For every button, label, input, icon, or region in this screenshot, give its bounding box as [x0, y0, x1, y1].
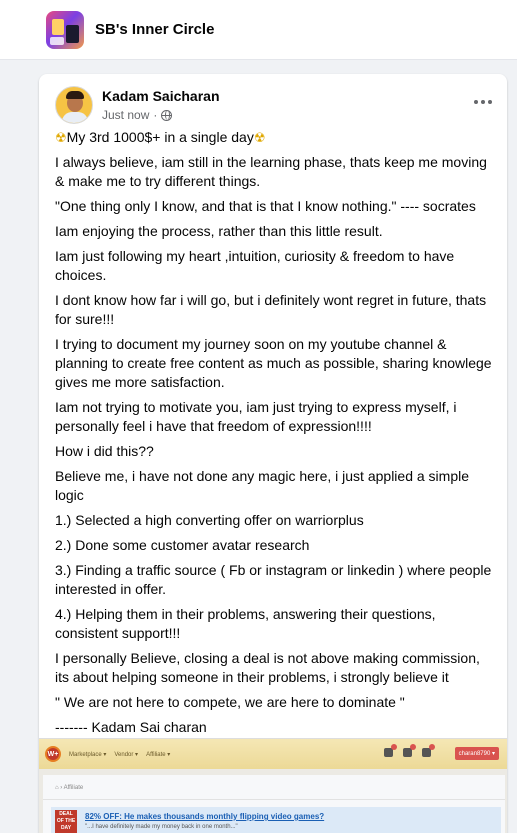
post-header: Kadam Saicharan Just now ·: [55, 86, 220, 124]
author-name[interactable]: Kadam Saicharan: [102, 87, 220, 105]
post-time[interactable]: Just now: [102, 107, 149, 123]
post-paragraph: " We are not here to compete, we are her…: [55, 694, 405, 710]
bell-icon: [384, 744, 397, 757]
post-paragraph: 1.) Selected a high converting offer on …: [55, 512, 364, 528]
post-paragraph: 3.) Finding a traffic source ( Fb or ins…: [55, 562, 492, 597]
preview-menu-item: Vendor ▾: [114, 751, 139, 758]
group-header: SB's Inner Circle: [0, 0, 517, 60]
preview-deal-banner: DEAL OF THE DAY 82% OFF: He makes thousa…: [51, 807, 501, 833]
group-name[interactable]: SB's Inner Circle: [95, 21, 214, 38]
post-title-line: ☢ My 3rd 1000$+ in a single day ☢: [55, 128, 495, 147]
meta-separator: ·: [153, 108, 158, 122]
post-paragraph: 4.) Helping them in their problems, answ…: [55, 606, 436, 641]
preview-page: ⌂ › Affiliate DEAL OF THE DAY 82% OFF: H…: [43, 775, 505, 833]
group-avatar[interactable]: [46, 10, 84, 49]
radioactive-icon: ☢: [55, 130, 67, 145]
more-options-icon[interactable]: [471, 92, 495, 112]
post-paragraph: I personally Believe, closing a deal is …: [55, 650, 480, 685]
preview-notification-icons: [384, 744, 435, 757]
preview-breadcrumb: ⌂ › Affiliate: [55, 785, 84, 791]
attached-screenshot[interactable]: W+ Marketplace ▾ Vendor ▾ Affiliate ▾ ch…: [39, 738, 507, 833]
camera-icon: [403, 744, 416, 757]
post-card: Kadam Saicharan Just now · ☢ My 3rd 1000…: [39, 74, 507, 833]
post-paragraph: Iam not trying to motivate you, iam just…: [55, 399, 457, 434]
globe-icon: [161, 109, 173, 121]
post-paragraph: 2.) Done some customer avatar research: [55, 537, 310, 553]
preview-menu-item: Affiliate ▾: [146, 751, 171, 758]
radioactive-icon: ☢: [253, 130, 266, 145]
preview-user-button: charan8790 ▾: [454, 747, 499, 760]
author-info: Kadam Saicharan Just now ·: [102, 87, 220, 123]
post-paragraph: Iam just following my heart ,intuition, …: [55, 248, 455, 283]
post-paragraph: I dont know how far i will go, but i def…: [55, 292, 487, 327]
preview-navbar: W+ Marketplace ▾ Vendor ▾ Affiliate ▾ ch…: [39, 739, 507, 769]
deal-title: 82% OFF: He makes thousands monthly flip…: [85, 812, 325, 821]
post-paragraph: I trying to document my journey soon on …: [55, 336, 492, 390]
post-paragraph: Iam enjoying the process, rather than th…: [55, 223, 383, 239]
post-paragraph: How i did this??: [55, 443, 154, 459]
warriorplus-logo: W+: [45, 746, 61, 762]
author-avatar[interactable]: [55, 86, 93, 124]
preview-menu: Marketplace ▾ Vendor ▾ Affiliate ▾: [69, 751, 170, 758]
post-title: My 3rd 1000$+ in a single day: [66, 129, 254, 145]
post-paragraph: Believe me, i have not done any magic he…: [55, 468, 470, 503]
post-paragraph: ------- Kadam Sai charan: [55, 719, 207, 735]
post-paragraph: "One thing only I know, and that is that…: [55, 198, 476, 214]
preview-menu-item: Marketplace ▾: [69, 751, 107, 758]
deal-of-the-day-badge: DEAL OF THE DAY: [55, 810, 77, 833]
post-meta: Just now ·: [102, 107, 220, 123]
deal-quote: "...I have definitely made my money back…: [85, 824, 238, 830]
cart-icon: [422, 744, 435, 757]
post-text: ☢ My 3rd 1000$+ in a single day ☢ I alwa…: [55, 128, 495, 743]
post-paragraph: I always believe, iam still in the learn…: [55, 154, 487, 189]
